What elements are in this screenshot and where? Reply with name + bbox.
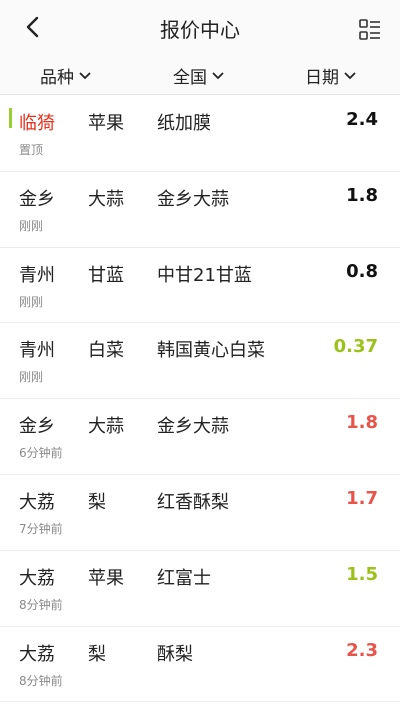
row-time: 7分钟前 bbox=[19, 521, 63, 536]
row-origin: 金乡 bbox=[19, 416, 55, 438]
list-menu-icon[interactable] bbox=[358, 18, 382, 42]
row-price: 0.8 bbox=[346, 260, 378, 282]
price-row[interactable]: 大荔 苹果 红富士 1.5 8分钟前 bbox=[0, 550, 400, 627]
chevron-down-icon bbox=[344, 71, 356, 79]
row-variety: 中甘21甘蓝 bbox=[157, 264, 252, 286]
row-price: 2.4 bbox=[346, 109, 378, 130]
row-product: 甘蓝 bbox=[88, 264, 124, 286]
chevron-down-icon bbox=[212, 71, 224, 79]
price-row-pinned[interactable]: 临猗 苹果 纸加膜 2.4 置顶 bbox=[0, 96, 400, 172]
filter-region-label: 全国 bbox=[173, 68, 207, 88]
row-origin: 大荔 bbox=[19, 643, 55, 665]
row-variety: 韩国黄心白菜 bbox=[157, 340, 265, 362]
row-product: 梨 bbox=[88, 491, 106, 513]
price-row[interactable]: 青州 白菜 韩国黄心白菜 0.37 刚刚 bbox=[0, 323, 400, 400]
price-row[interactable]: 大荔 梨 酥梨 2.3 8分钟前 bbox=[0, 626, 400, 703]
row-origin: 临猗 bbox=[19, 113, 55, 134]
row-price: 1.5 bbox=[346, 563, 378, 585]
row-price: 1.8 bbox=[346, 412, 378, 434]
row-price: 1.7 bbox=[346, 487, 378, 509]
filter-variety-label: 品种 bbox=[40, 68, 74, 88]
row-product: 白菜 bbox=[88, 340, 124, 362]
row-time: 刚刚 bbox=[19, 294, 44, 309]
price-row[interactable]: 青州 甘蓝 中甘21甘蓝 0.8 刚刚 bbox=[0, 247, 400, 324]
row-time: 6分钟前 bbox=[19, 446, 63, 461]
price-list: 临猗 苹果 纸加膜 2.4 置顶 金乡 大蒜 金乡大蒜 1.8 刚刚 青州 甘蓝… bbox=[0, 96, 400, 703]
filter-region-dropdown[interactable]: 全国 bbox=[173, 63, 225, 88]
row-product: 大蒜 bbox=[88, 416, 124, 438]
row-variety: 金乡大蒜 bbox=[157, 188, 229, 210]
row-price: 2.3 bbox=[346, 639, 378, 661]
row-price: 1.8 bbox=[346, 184, 378, 206]
chevron-down-icon bbox=[79, 71, 91, 79]
row-variety: 酥梨 bbox=[157, 643, 193, 665]
row-product: 苹果 bbox=[88, 113, 124, 134]
row-origin: 青州 bbox=[19, 340, 55, 362]
row-variety: 纸加膜 bbox=[157, 113, 211, 134]
row-product: 苹果 bbox=[88, 567, 124, 589]
price-row[interactable]: 金乡 大蒜 金乡大蒜 1.8 刚刚 bbox=[0, 171, 400, 248]
price-row[interactable]: 金乡 大蒜 金乡大蒜 1.8 6分钟前 bbox=[0, 399, 400, 475]
page-title: 报价中心 bbox=[160, 18, 240, 42]
row-product: 梨 bbox=[88, 643, 106, 665]
row-origin: 金乡 bbox=[19, 188, 55, 210]
row-time: 刚刚 bbox=[19, 218, 44, 233]
filter-date-dropdown[interactable]: 日期 bbox=[305, 63, 357, 88]
row-origin: 大荔 bbox=[19, 491, 55, 513]
row-origin: 青州 bbox=[19, 264, 55, 286]
row-time: 8分钟前 bbox=[19, 597, 63, 612]
pinned-marker bbox=[9, 108, 12, 128]
row-variety: 红香酥梨 bbox=[157, 491, 229, 513]
top-bar: 报价中心 bbox=[0, 0, 400, 55]
row-origin: 大荔 bbox=[19, 567, 55, 589]
row-product: 大蒜 bbox=[88, 188, 124, 210]
row-price: 0.37 bbox=[333, 336, 378, 358]
row-time: 刚刚 bbox=[19, 370, 44, 385]
filter-variety-dropdown[interactable]: 品种 bbox=[40, 63, 92, 88]
row-variety: 红富士 bbox=[157, 567, 211, 589]
filter-bar: 品种 全国 日期 bbox=[0, 55, 400, 95]
price-row[interactable]: 大荔 梨 红香酥梨 1.7 7分钟前 bbox=[0, 474, 400, 551]
row-time: 置顶 bbox=[19, 143, 44, 157]
filter-date-label: 日期 bbox=[305, 68, 339, 88]
row-time: 8分钟前 bbox=[19, 673, 63, 688]
row-variety: 金乡大蒜 bbox=[157, 416, 229, 438]
